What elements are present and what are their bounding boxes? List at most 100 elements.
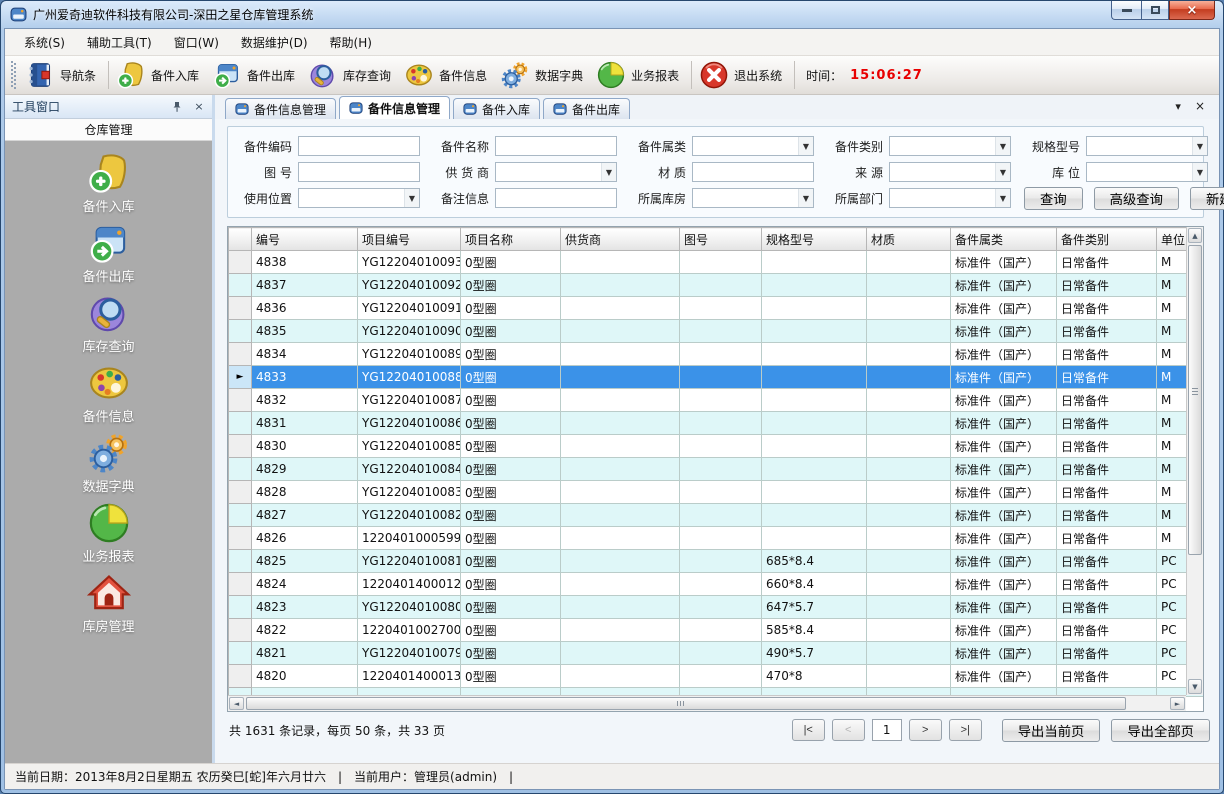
sidebar-parts-info[interactable]: 备件信息 xyxy=(5,361,212,431)
table-row[interactable]: 4825YG122040100810型圈685*8.4标准件（国产）日常备件PC xyxy=(229,550,1204,573)
row-selector-header[interactable] xyxy=(229,228,252,251)
location-select[interactable]: ▼ xyxy=(1086,162,1208,182)
chevron-down-icon[interactable]: ▼ xyxy=(798,189,813,207)
scroll-left-icon[interactable]: ◄ xyxy=(229,697,244,710)
tab-close-icon[interactable]: × xyxy=(1195,99,1205,113)
menu-tools[interactable]: 辅助工具(T) xyxy=(76,30,163,55)
department-select[interactable]: ▼ xyxy=(889,188,1011,208)
menu-system[interactable]: 系统(S) xyxy=(13,30,76,55)
source-select-input[interactable] xyxy=(890,163,995,181)
department-select-input[interactable] xyxy=(890,189,995,207)
row-selector-cell[interactable] xyxy=(229,619,252,642)
toolbar-exit-system[interactable]: 退出系统 xyxy=(695,58,791,92)
row-selector-cell[interactable] xyxy=(229,389,252,412)
location-select-input[interactable] xyxy=(1087,163,1192,181)
part-name-field-input[interactable] xyxy=(496,137,616,155)
table-row[interactable]: 4829YG122040100840型圈标准件（国产）日常备件M xyxy=(229,458,1204,481)
vertical-scroll-thumb[interactable] xyxy=(1188,245,1202,555)
row-selector-cell[interactable] xyxy=(229,343,252,366)
spec-model-select[interactable]: ▼ xyxy=(1086,136,1208,156)
table-row[interactable]: 4832YG122040100870型圈标准件（国产）日常备件M xyxy=(229,389,1204,412)
column-header[interactable]: 备件属类 xyxy=(951,228,1057,251)
export-current-page-button[interactable]: 导出当前页 xyxy=(1002,719,1101,742)
usage-position-select-input[interactable] xyxy=(299,189,404,207)
tab-parts-outbound[interactable]: 备件出库 xyxy=(543,98,630,119)
menu-help[interactable]: 帮助(H) xyxy=(319,30,383,55)
close-button[interactable]: × xyxy=(1169,1,1215,20)
sidebar-parts-outbound[interactable]: 备件出库 xyxy=(5,221,212,291)
row-selector-cell[interactable] xyxy=(229,573,252,596)
row-selector-cell[interactable] xyxy=(229,642,252,665)
column-header[interactable]: 项目编号 xyxy=(358,228,461,251)
row-selector-cell[interactable] xyxy=(229,596,252,619)
tab-parts-info-manage-1[interactable]: 备件信息管理 xyxy=(225,98,336,119)
chevron-down-icon[interactable]: ▼ xyxy=(601,163,616,181)
tab-parts-info-manage-2[interactable]: 备件信息管理 xyxy=(339,96,450,119)
chevron-down-icon[interactable]: ▼ xyxy=(995,163,1010,181)
pin-icon[interactable] xyxy=(171,101,183,113)
new-button[interactable]: 新建 xyxy=(1190,187,1224,210)
tab-parts-inbound[interactable]: 备件入库 xyxy=(453,98,540,119)
vertical-scrollbar[interactable]: ▲ ▼ xyxy=(1186,227,1203,695)
row-selector-cell[interactable] xyxy=(229,527,252,550)
menu-data-maintenance[interactable]: 数据维护(D) xyxy=(230,30,319,55)
scroll-right-icon[interactable]: ► xyxy=(1170,697,1185,710)
supplier-select-input[interactable] xyxy=(496,163,601,181)
source-select[interactable]: ▼ xyxy=(889,162,1011,182)
table-row[interactable]: 4835YG122040100900型圈标准件（国产）日常备件M xyxy=(229,320,1204,343)
row-selector-cell[interactable] xyxy=(229,550,252,573)
material-field-input[interactable] xyxy=(693,163,813,181)
spec-model-select-input[interactable] xyxy=(1087,137,1192,155)
advanced-query-button[interactable]: 高级查询 xyxy=(1094,187,1179,210)
part-type-select-input[interactable] xyxy=(890,137,995,155)
table-row[interactable]: 482212204010027000型圈585*8.4标准件（国产）日常备件PC xyxy=(229,619,1204,642)
row-selector-cell[interactable]: ► xyxy=(229,366,252,389)
query-button[interactable]: 查询 xyxy=(1024,187,1083,210)
sidebar-stock-query[interactable]: 库存查询 xyxy=(5,291,212,361)
chevron-down-icon[interactable]: ▾ xyxy=(1175,100,1181,113)
row-selector-cell[interactable] xyxy=(229,665,252,688)
material-field[interactable] xyxy=(692,162,814,182)
export-all-pages-button[interactable]: 导出全部页 xyxy=(1111,719,1210,742)
column-header[interactable]: 备件类别 xyxy=(1057,228,1157,251)
column-header[interactable]: 材质 xyxy=(867,228,951,251)
row-selector-cell[interactable] xyxy=(229,481,252,504)
minimize-button[interactable] xyxy=(1111,1,1141,20)
first-page-button[interactable]: |< xyxy=(792,719,825,741)
chevron-down-icon[interactable]: ▼ xyxy=(995,189,1010,207)
warehouse-select[interactable]: ▼ xyxy=(692,188,814,208)
sidebar-group-title[interactable]: 仓库管理 xyxy=(5,119,212,141)
remark-field[interactable] xyxy=(495,188,617,208)
part-class-select[interactable]: ▼ xyxy=(692,136,814,156)
table-row[interactable]: 4837YG122040100920型圈标准件（国产）日常备件M xyxy=(229,274,1204,297)
part-class-select-input[interactable] xyxy=(693,137,798,155)
column-header[interactable]: 项目名称 xyxy=(461,228,561,251)
toolbar-business-report[interactable]: 业务报表 xyxy=(592,58,688,92)
part-type-select[interactable]: ▼ xyxy=(889,136,1011,156)
table-row[interactable]: 4831YG122040100860型圈标准件（国产）日常备件M xyxy=(229,412,1204,435)
horizontal-scroll-thumb[interactable] xyxy=(246,697,1126,710)
sidebar-close-icon[interactable]: × xyxy=(193,101,205,113)
table-row[interactable]: 4827YG122040100820型圈标准件（国产）日常备件M xyxy=(229,504,1204,527)
table-row[interactable]: 4838YG122040100930型圈标准件（国产）日常备件M xyxy=(229,251,1204,274)
supplier-select[interactable]: ▼ xyxy=(495,162,617,182)
last-page-button[interactable]: >| xyxy=(949,719,982,741)
chevron-down-icon[interactable]: ▼ xyxy=(1192,163,1207,181)
next-page-button[interactable]: > xyxy=(909,719,942,741)
scroll-down-icon[interactable]: ▼ xyxy=(1188,679,1202,694)
chevron-down-icon[interactable]: ▼ xyxy=(1192,137,1207,155)
table-row[interactable]: 4828YG122040100830型圈标准件（国产）日常备件M xyxy=(229,481,1204,504)
warehouse-select-input[interactable] xyxy=(693,189,798,207)
column-header[interactable]: 编号 xyxy=(252,228,358,251)
scroll-up-icon[interactable]: ▲ xyxy=(1188,228,1202,243)
page-number-input[interactable]: 1 xyxy=(872,719,902,741)
sidebar-business-report[interactable]: 业务报表 xyxy=(5,501,212,571)
chevron-down-icon[interactable]: ▼ xyxy=(995,137,1010,155)
toolbar-parts-outbound[interactable]: 备件出库 xyxy=(208,58,304,92)
row-selector-cell[interactable] xyxy=(229,435,252,458)
row-selector-cell[interactable] xyxy=(229,504,252,527)
row-selector-cell[interactable] xyxy=(229,458,252,481)
toolbar-navbar[interactable]: 导航条 xyxy=(21,58,105,92)
table-row[interactable]: 4830YG122040100850型圈标准件（国产）日常备件M xyxy=(229,435,1204,458)
sidebar-parts-inbound[interactable]: 备件入库 xyxy=(5,151,212,221)
